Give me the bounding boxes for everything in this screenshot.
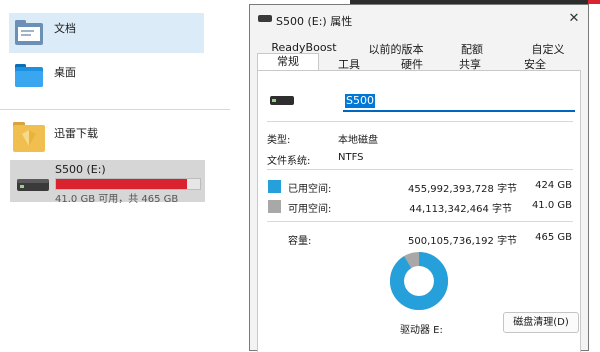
drive-name: S500 (E:) [55,163,106,176]
capacity-label: 容量: [288,236,312,247]
free-space-size: 41.0 GB [531,200,572,211]
capacity-size: 465 GB [535,232,572,243]
filesystem-label: 文件系统: [267,156,311,167]
desktop-folder-icon [15,64,43,87]
general-panel: S500 类型: 本地磁盘 文件系统: NTFS 已用空间: 455,992,3… [257,70,581,352]
drive-letter-label: 驱动器 E: [400,325,443,336]
tab-previous-versions[interactable]: 以前的版本 [360,41,432,57]
used-space-size: 424 GB [535,180,572,191]
used-space-bytes: 455,992,393,728 字节 [408,184,518,195]
close-button[interactable]: ✕ [564,9,584,29]
nav-item-documents[interactable]: 文档 [9,13,204,53]
drive-icon [258,15,272,22]
used-space-swatch [268,180,281,193]
tab-customize[interactable]: 自定义 [518,41,578,57]
drive-name-input[interactable]: S500 [343,92,575,112]
separator [267,221,573,222]
nav-item-label: 文档 [54,22,76,35]
disk-usage-donut [390,252,448,310]
used-space-label: 已用空间: [288,184,332,195]
disk-cleanup-button[interactable]: 磁盘清理(D) [503,312,579,333]
properties-dialog: S500 (E:) 属性 ✕ ReadyBoost 以前的版本 配额 自定义 常… [249,4,589,352]
nav-item-desktop[interactable]: 桌面 [9,60,204,92]
separator [267,121,573,122]
used-space-segment [390,252,448,310]
nav-item-label: 桌面 [54,66,76,79]
nav-item-downloads[interactable]: 迅雷下载 [9,117,204,157]
drive-icon [17,179,49,191]
drive-name-value: S500 [345,94,375,108]
divider [0,109,230,110]
filesystem-value: NTFS [338,152,364,163]
dialog-title: S500 (E:) 属性 [276,15,353,28]
type-label: 类型: [267,135,291,146]
free-space-bytes: 44,113,342,464 字节 [409,204,512,215]
dialog-titlebar[interactable]: S500 (E:) 属性 ✕ [250,5,588,33]
download-folder-icon [13,122,45,152]
capacity-bytes: 500,105,736,192 字节 [408,236,518,247]
free-space-swatch [268,200,281,213]
separator [267,169,573,170]
background-window-accent [588,0,600,4]
drive-usage-fill [56,179,188,189]
drive-usage-bar [55,178,201,190]
drive-space-text: 41.0 GB 可用，共 465 GB [55,194,179,205]
tab-quota[interactable]: 配额 [450,41,494,57]
type-value: 本地磁盘 [338,135,378,146]
tab-general[interactable]: 常规 [257,53,319,71]
documents-folder-icon [15,20,43,45]
drive-icon [270,96,294,105]
free-space-label: 可用空间: [288,204,332,215]
nav-item-label: 迅雷下载 [54,127,98,140]
